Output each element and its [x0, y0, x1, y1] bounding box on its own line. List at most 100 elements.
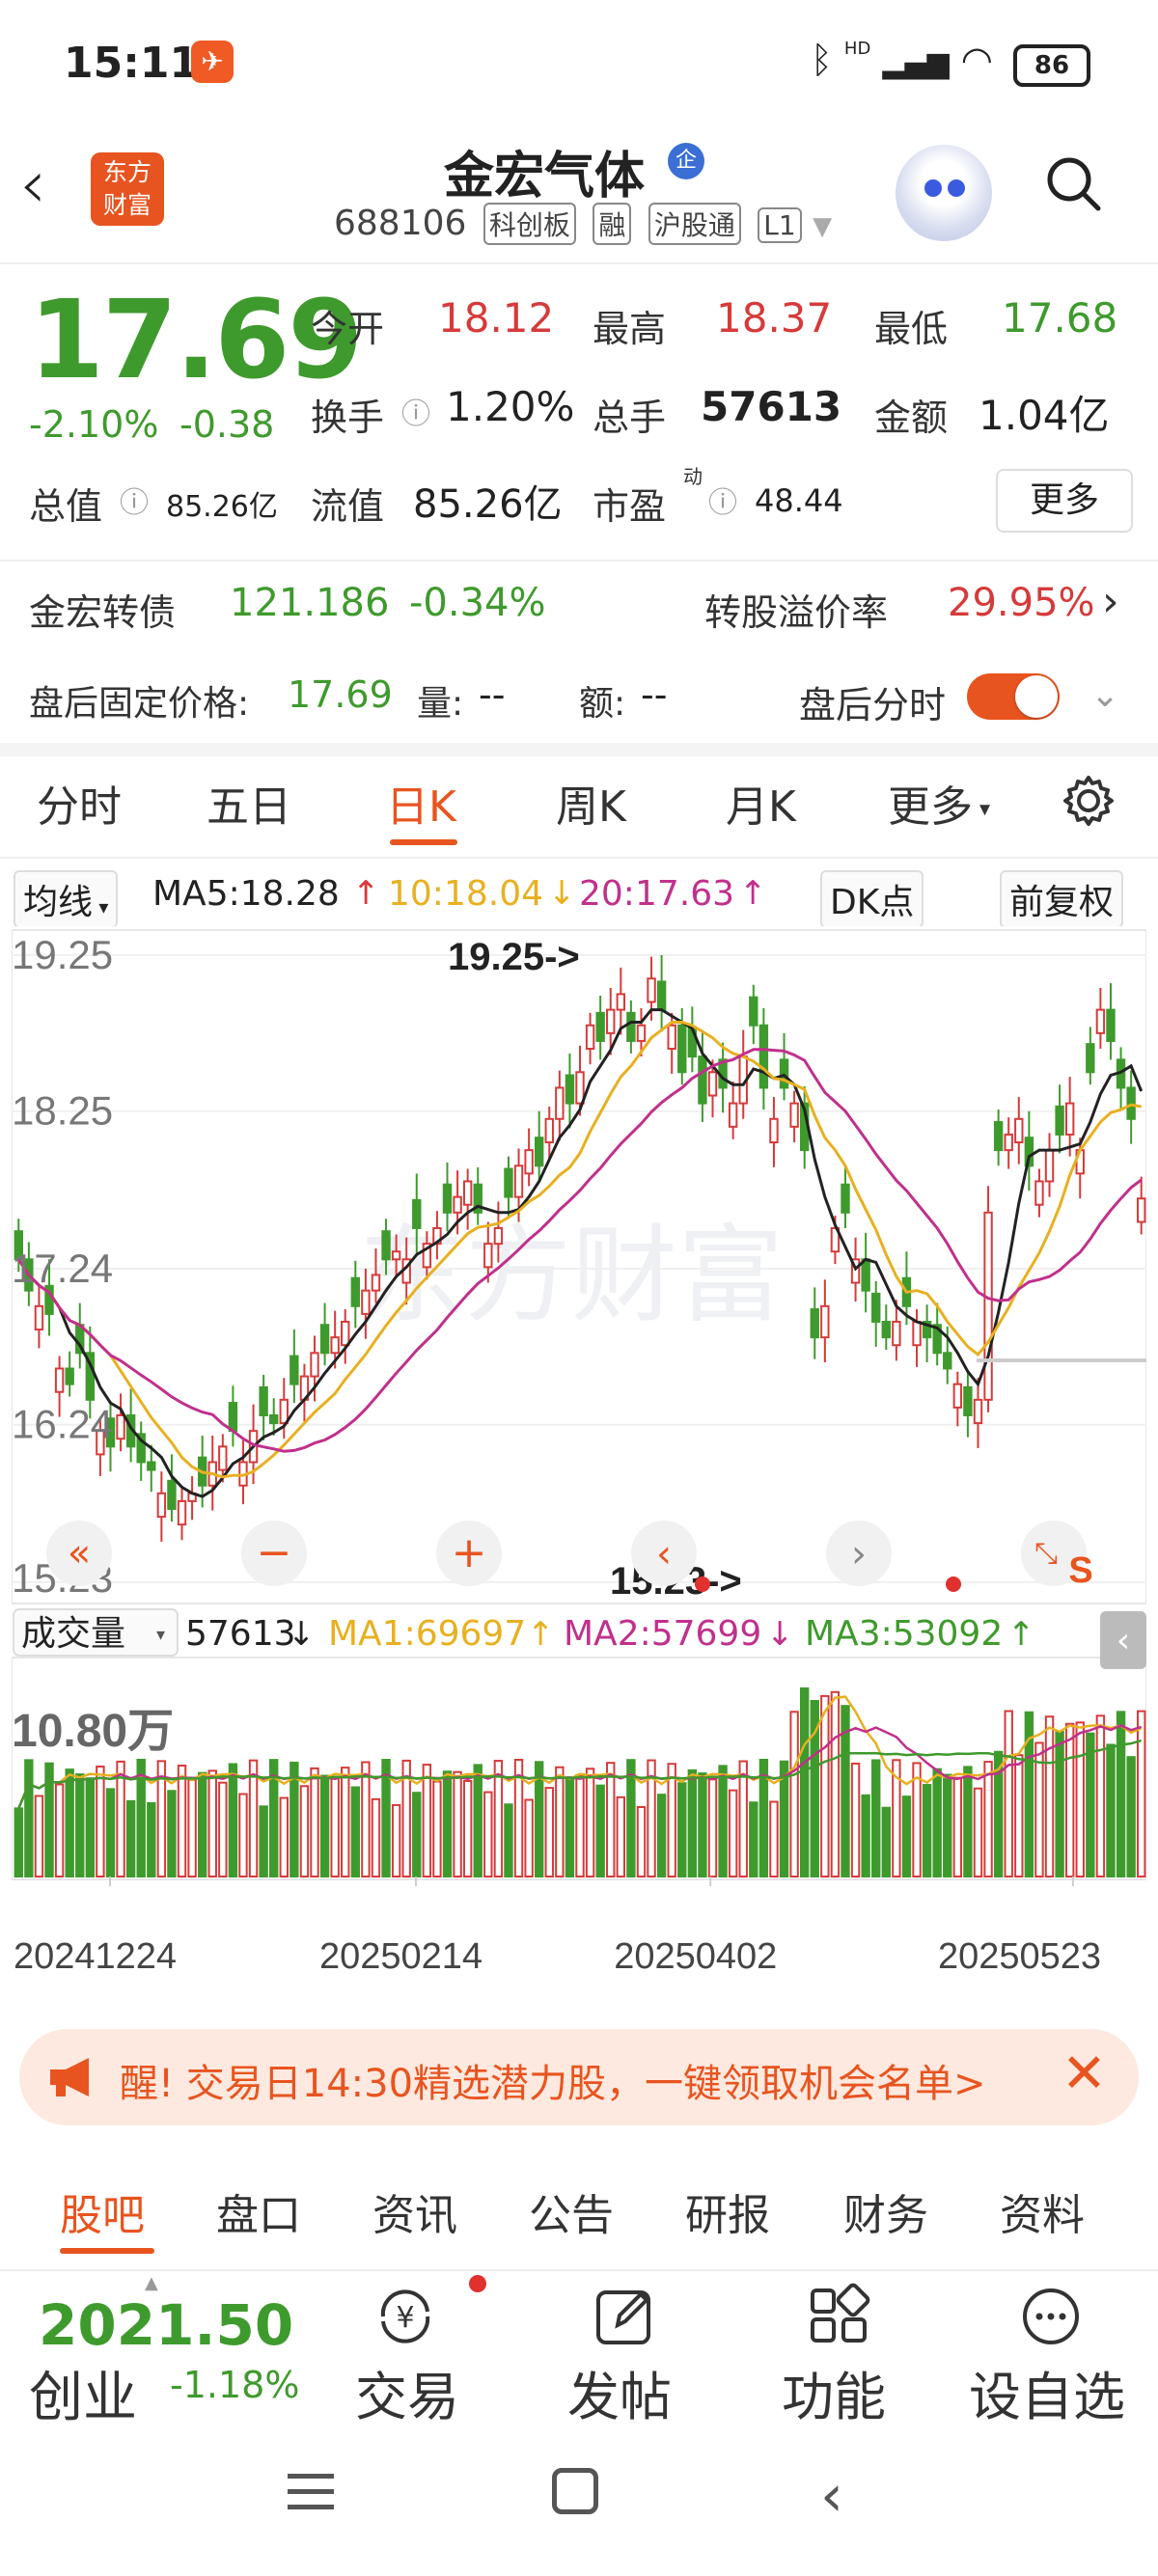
volume-bar — [1044, 1715, 1055, 1878]
scroll-left-button[interactable]: « — [46, 1521, 112, 1586]
post-button[interactable]: 发帖 — [567, 2354, 672, 2430]
more-circle-icon[interactable] — [1017, 2283, 1085, 2350]
volume-bar — [14, 1807, 23, 1877]
volume-bar — [391, 1803, 401, 1877]
marker-dot — [946, 1576, 961, 1592]
zoom-out-button[interactable]: − — [241, 1521, 307, 1586]
index-value[interactable]: 2021.50 — [39, 2292, 293, 2358]
yen-exchange-icon[interactable]: ¥ — [372, 2283, 439, 2350]
volume-bar — [96, 1766, 105, 1878]
candle — [290, 1355, 299, 1385]
volume-bar — [830, 1690, 841, 1877]
candle — [912, 1320, 922, 1347]
x-tick-label: 20250523 — [938, 1936, 1101, 1977]
close-icon[interactable]: ✕ — [1062, 2042, 1107, 2105]
promo-banner[interactable]: 醒! 交易日14:30精选潜力股，一键领取机会名单> ✕ — [19, 2029, 1139, 2125]
tab-five-day[interactable]: 五日 — [207, 772, 291, 834]
trade-button[interactable]: 交易 — [355, 2354, 459, 2430]
volume-max-label: 10.80万 — [12, 1706, 174, 1757]
functions-grid-icon[interactable] — [805, 2283, 872, 2350]
svg-text:¥: ¥ — [396, 2301, 414, 2335]
volume-bar — [636, 1805, 647, 1877]
search-icon[interactable] — [1044, 154, 1102, 212]
next-candle-button[interactable]: › — [826, 1521, 892, 1586]
y-tick-label: 17.24 — [12, 1246, 113, 1291]
tab-announcements[interactable]: 公告 — [529, 2180, 614, 2242]
volume-bar — [718, 1765, 728, 1877]
volume-bar — [177, 1765, 187, 1877]
volume-bar — [524, 1798, 534, 1878]
info-icon[interactable]: ⓘ — [708, 479, 737, 521]
bond-change: -0.34% — [409, 581, 546, 625]
menu-icon[interactable] — [286, 2470, 336, 2512]
kline-chart[interactable]: 东方财富 19.2518.2517.2416.2415.23 202412242… — [12, 926, 1146, 2007]
tab-research[interactable]: 研报 — [685, 2180, 770, 2242]
stock-name[interactable]: 金宏气体 — [444, 135, 645, 207]
zoom-in-button[interactable]: + — [436, 1521, 502, 1586]
functions-button[interactable]: 功能 — [782, 2354, 886, 2430]
more-quote-button[interactable]: 更多 — [996, 469, 1133, 533]
back-button[interactable]: ‹ — [19, 145, 46, 224]
candle — [412, 1198, 422, 1229]
volume-bar — [943, 1773, 952, 1878]
info-icon[interactable]: ⓘ — [120, 479, 149, 521]
y-tick-label: 16.24 — [12, 1402, 113, 1447]
candle — [361, 1289, 371, 1315]
index-name[interactable]: 创业 — [29, 2354, 137, 2432]
logo-line1: 东方 — [102, 158, 152, 186]
tab-pankou[interactable]: 盘口 — [216, 2180, 301, 2242]
tab-weekly-k[interactable]: 周K — [556, 772, 626, 834]
candle — [218, 1445, 228, 1471]
collapse-panel-button[interactable]: ‹ — [1100, 1611, 1146, 1669]
volume-bar — [595, 1784, 605, 1877]
tab-more[interactable]: 更多 ▾ — [888, 772, 990, 834]
volume-selector[interactable]: 成交量 ▾ — [13, 1608, 179, 1657]
candle — [841, 1183, 850, 1214]
volume-bar — [789, 1711, 799, 1878]
svg-text:−: − — [257, 1528, 292, 1577]
add-watchlist-button[interactable]: 设自选 — [969, 2354, 1125, 2430]
tab-daily-k[interactable]: 日K — [386, 772, 456, 834]
tab-timeshare[interactable]: 分时 — [37, 772, 122, 834]
open-value: 18.12 — [438, 294, 555, 342]
bond-name[interactable]: 金宏转债 — [29, 583, 176, 636]
status-bar: 15:11 ✈ ᛒ HD ▂▄▆ ◠ 86 — [0, 0, 1158, 125]
gear-icon[interactable] — [1060, 772, 1117, 830]
y-tick-label: 19.25 — [12, 932, 113, 977]
x-tick-label: 20250214 — [319, 1936, 482, 1977]
adjust-button[interactable]: 前复权 — [1000, 870, 1124, 928]
after-hours-toggle[interactable] — [967, 673, 1060, 720]
candle — [565, 1074, 575, 1105]
home-icon[interactable] — [552, 2468, 598, 2514]
tab-finance[interactable]: 财务 — [843, 2180, 928, 2242]
tab-guba[interactable]: 股吧 — [60, 2180, 145, 2242]
candle — [606, 1008, 616, 1034]
tab-news[interactable]: 资讯 — [372, 2180, 457, 2242]
volume-value: 57613 — [701, 383, 842, 430]
volume-bar — [1004, 1710, 1013, 1878]
change-percent: -2.10% — [29, 403, 159, 446]
prev-candle-button[interactable]: ‹ — [631, 1521, 697, 1586]
candle — [228, 1402, 238, 1433]
ma-selector[interactable]: 均线 ▾ — [14, 870, 119, 928]
dk-point-button[interactable]: DK点 — [820, 870, 924, 928]
info-icon[interactable]: ⓘ — [401, 390, 430, 432]
volume-bar — [1126, 1756, 1136, 1878]
eastmoney-logo[interactable]: 东方 财富 — [91, 152, 164, 226]
volume-bar — [24, 1759, 34, 1877]
candle — [1044, 1149, 1055, 1183]
tab-monthly-k[interactable]: 月K — [726, 772, 796, 834]
stock-code-row[interactable]: 688106 科创板 融 沪股通 L1 ▼ — [334, 203, 832, 245]
tab-profile[interactable]: 资料 — [1000, 2180, 1085, 2242]
candle — [147, 1461, 156, 1471]
edit-icon[interactable] — [591, 2283, 658, 2350]
chevron-down-icon[interactable]: ⌄ — [1090, 675, 1119, 715]
back-nav-icon[interactable]: ‹ — [820, 2462, 843, 2530]
chevron-right-icon[interactable]: › — [1102, 577, 1119, 626]
chevron-up-icon[interactable]: ▲ — [145, 2273, 158, 2293]
ma10-value: 10:18.04 — [388, 874, 543, 914]
assistant-robot-icon[interactable] — [896, 145, 992, 241]
ah-volume-label: 量: — [417, 684, 464, 724]
vol-ma2: MA2:57699 — [564, 1614, 761, 1654]
candle — [616, 993, 626, 1011]
